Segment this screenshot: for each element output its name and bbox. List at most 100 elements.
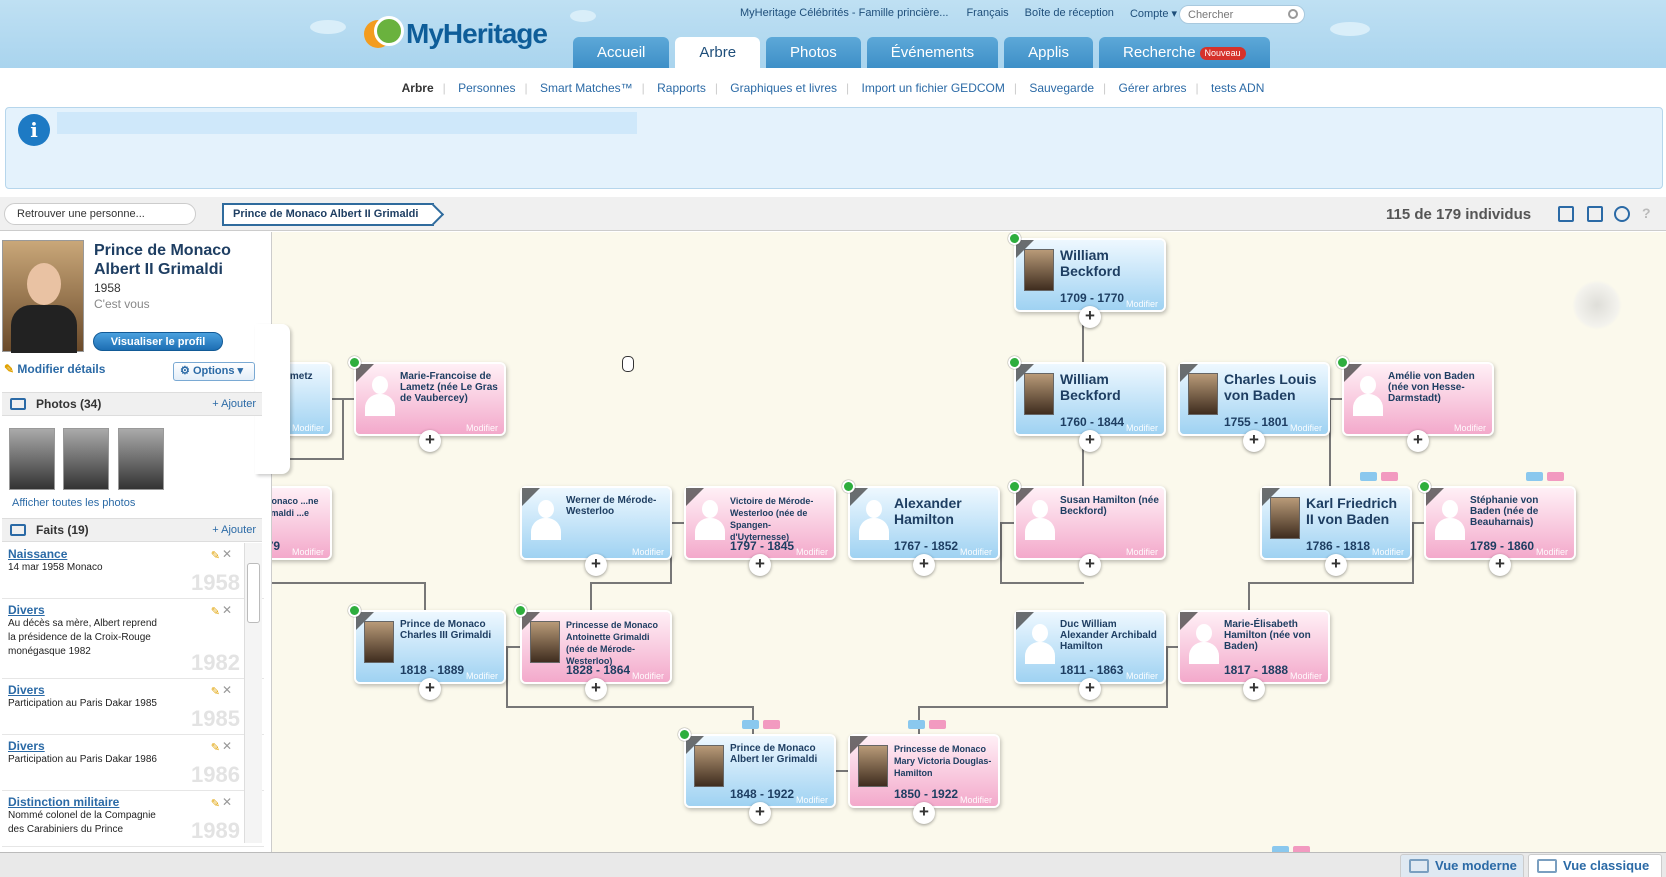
tab-photos[interactable]: Photos — [766, 37, 861, 68]
modify-link[interactable]: Modifier — [1290, 671, 1322, 681]
add-relative-button[interactable]: + — [913, 802, 935, 824]
modify-link[interactable]: Modifier — [796, 795, 828, 805]
add-relative-button[interactable]: + — [749, 802, 771, 824]
subnav-sauvegarde[interactable]: Sauvegarde — [1029, 81, 1094, 95]
add-relative-button[interactable]: + — [1243, 678, 1265, 700]
subnav-gerer-arbres[interactable]: Gérer arbres — [1119, 81, 1187, 95]
help-icon[interactable]: ? — [1642, 205, 1651, 221]
classic-view-button[interactable]: Vue classique — [1528, 854, 1662, 877]
couple-icon[interactable] — [1526, 472, 1566, 481]
modify-link[interactable]: Modifier — [1536, 547, 1568, 557]
profile-photo[interactable] — [2, 240, 84, 353]
add-relative-button[interactable]: + — [1325, 554, 1347, 576]
modify-link[interactable]: Modifier — [466, 423, 498, 433]
print-icon[interactable] — [1587, 206, 1603, 222]
delete-icon[interactable]: ✕ — [222, 603, 232, 617]
add-relative-button[interactable]: + — [1079, 430, 1101, 452]
modify-link[interactable]: Modifier — [292, 547, 324, 557]
fact-type-link[interactable]: Divers — [8, 683, 258, 697]
add-relative-button[interactable]: + — [419, 678, 441, 700]
search-icon[interactable] — [1288, 9, 1298, 19]
tab-evenements[interactable]: Événements — [866, 37, 999, 68]
find-person-input[interactable]: Retrouver une personne... — [4, 203, 196, 225]
person-card[interactable]: Werner de Mérode-Westerloo Modifier — [522, 488, 670, 558]
modify-link[interactable]: Modifier — [1126, 547, 1158, 557]
delete-icon[interactable]: ✕ — [222, 547, 232, 561]
pencil-icon[interactable]: ✎ — [211, 605, 220, 618]
modern-view-button[interactable]: Vue moderne — [1400, 854, 1524, 877]
smart-match-icon[interactable] — [678, 728, 691, 741]
smart-match-icon[interactable] — [348, 604, 361, 617]
person-card[interactable]: Alexander Hamilton 1767 - 1852 Modifier — [850, 488, 998, 558]
facts-scrollbar[interactable] — [244, 543, 262, 843]
modify-link[interactable]: Modifier — [1126, 299, 1158, 309]
delete-icon[interactable]: ✕ — [222, 683, 232, 697]
add-relative-button[interactable]: + — [1079, 306, 1101, 328]
breadcrumb[interactable]: Prince de Monaco Albert II Grimaldi — [222, 203, 435, 226]
couple-icon[interactable] — [908, 720, 948, 729]
photo-thumbnail[interactable] — [63, 428, 109, 490]
modify-link[interactable]: Modifier — [1126, 671, 1158, 681]
add-fact-link[interactable]: + Ajouter — [212, 519, 256, 541]
add-relative-button[interactable]: + — [585, 678, 607, 700]
tab-applis[interactable]: Applis — [1004, 37, 1093, 68]
person-card[interactable]: Karl Friedrich II von Baden 1786 - 1818 Mo… — [1262, 488, 1410, 558]
modify-link[interactable]: Modifier — [1126, 423, 1158, 433]
modify-link[interactable]: Modifier — [292, 423, 324, 433]
couple-icon[interactable] — [742, 720, 782, 729]
person-card[interactable]: Charles Louis von Baden 1755 - 1801 Modifi… — [1180, 364, 1328, 434]
all-photos-link[interactable]: Afficher toutes les photos — [12, 497, 135, 509]
modify-link[interactable]: Modifier — [960, 547, 992, 557]
subnav-tests-adn[interactable]: tests ADN — [1211, 81, 1264, 95]
modify-link[interactable]: Modifier — [632, 671, 664, 681]
smart-match-icon[interactable] — [1336, 356, 1349, 369]
add-relative-button[interactable]: + — [913, 554, 935, 576]
modify-link[interactable]: Modifier — [1372, 547, 1404, 557]
subnav-import-gedcom[interactable]: Import un fichier GEDCOM — [861, 81, 1004, 95]
photo-thumbnail[interactable] — [9, 428, 55, 490]
subnav-smart-matches[interactable]: Smart Matches™ — [540, 81, 633, 95]
site-link[interactable]: MyHeritage Célébrités - Famille princièr… — [740, 7, 948, 20]
edit-details-link[interactable]: ✎ Modifier détails — [4, 362, 105, 376]
add-relative-button[interactable]: + — [585, 554, 607, 576]
couple-icon[interactable] — [1360, 472, 1400, 481]
subnav-arbre[interactable]: Arbre — [402, 81, 434, 95]
pencil-icon[interactable]: ✎ — [211, 685, 220, 698]
person-card[interactable]: Princesse de Monaco Antoinette Grimaldi … — [522, 612, 670, 682]
myheritage-logo[interactable]: MyHeritage — [364, 16, 548, 52]
modify-link[interactable]: Modifier — [960, 795, 992, 805]
pencil-icon[interactable]: ✎ — [211, 741, 220, 754]
view-profile-button[interactable]: Visualiser le profil — [93, 332, 223, 351]
modify-link[interactable]: Modifier — [1290, 423, 1322, 433]
fullscreen-icon[interactable] — [1558, 206, 1574, 222]
add-relative-button[interactable]: + — [1079, 678, 1101, 700]
fact-type-link[interactable]: Naissance — [8, 547, 258, 561]
add-relative-button[interactable]: + — [1243, 430, 1265, 452]
modify-link[interactable]: Modifier — [1454, 423, 1486, 433]
tab-accueil[interactable]: Accueil — [573, 37, 670, 68]
smart-match-icon[interactable] — [514, 604, 527, 617]
add-photo-link[interactable]: + Ajouter — [212, 393, 256, 415]
fact-type-link[interactable]: Divers — [8, 739, 258, 753]
fact-type-link[interactable]: Distinction militaire — [8, 795, 258, 809]
pencil-icon[interactable]: ✎ — [211, 797, 220, 810]
person-card[interactable]: Amélie von Baden (née von Hesse-Darmstad… — [1344, 364, 1492, 434]
modify-link[interactable]: Modifier — [466, 671, 498, 681]
photo-thumbnail[interactable] — [118, 428, 164, 490]
smart-match-icon[interactable] — [1418, 480, 1431, 493]
subnav-graphiques[interactable]: Graphiques et livres — [730, 81, 837, 95]
options-dropdown[interactable]: ⚙ Options ▾ — [173, 362, 255, 381]
person-card[interactable]: Susan Hamilton (née Beckford) Modifier — [1016, 488, 1164, 558]
add-relative-button[interactable]: + — [1079, 554, 1101, 576]
subnav-rapports[interactable]: Rapports — [657, 81, 706, 95]
language-link[interactable]: Français — [966, 7, 1008, 20]
smart-match-icon[interactable] — [1008, 480, 1021, 493]
person-card[interactable]: William Beckford 1760 - 1844 Modifier — [1016, 364, 1164, 434]
smart-match-icon[interactable] — [842, 480, 855, 493]
add-relative-button[interactable]: + — [419, 430, 441, 452]
inbox-link[interactable]: Boîte de réception — [1025, 7, 1114, 20]
pencil-icon[interactable]: ✎ — [211, 549, 220, 562]
person-card[interactable]: Prince de Monaco Albert Ier Grimaldi 1848… — [686, 736, 834, 806]
subnav-personnes[interactable]: Personnes — [458, 81, 515, 95]
person-card[interactable]: ...sse de Monaco ...ne Gilbert Grimaldi … — [272, 488, 330, 558]
